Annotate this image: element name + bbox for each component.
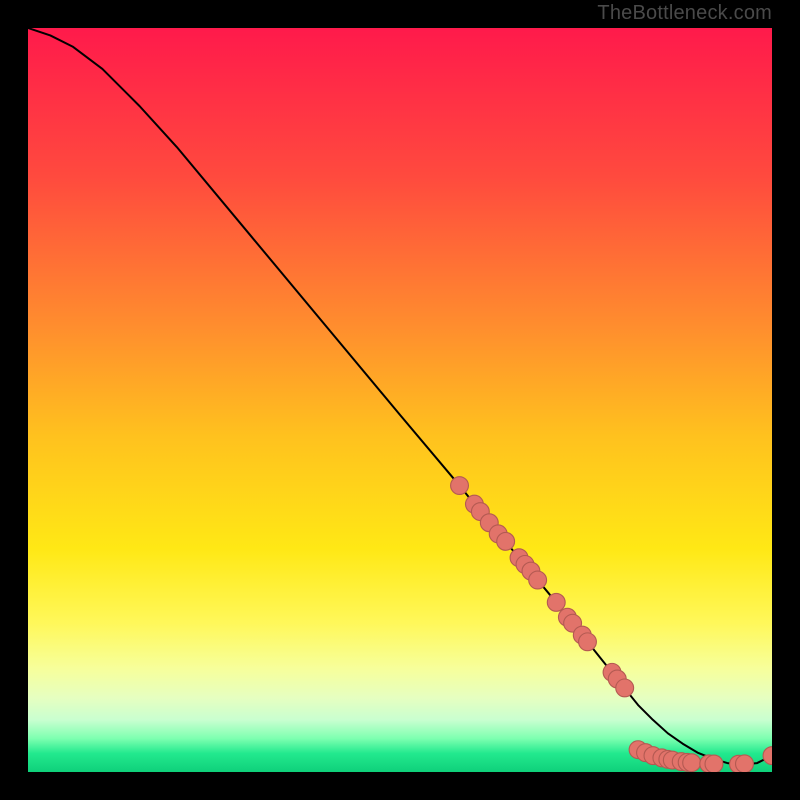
- data-point: [736, 755, 754, 772]
- chart-svg: [28, 28, 772, 772]
- data-point: [683, 754, 701, 772]
- data-point: [616, 679, 634, 697]
- chart-frame: TheBottleneck.com: [0, 0, 800, 800]
- plot-area: [28, 28, 772, 772]
- data-point: [547, 593, 565, 611]
- attribution-text: TheBottleneck.com: [597, 2, 772, 25]
- data-point: [579, 633, 597, 651]
- data-point: [705, 755, 723, 772]
- data-point: [451, 477, 469, 495]
- data-point: [529, 571, 547, 589]
- data-point: [497, 532, 515, 550]
- gradient-background: [28, 28, 772, 772]
